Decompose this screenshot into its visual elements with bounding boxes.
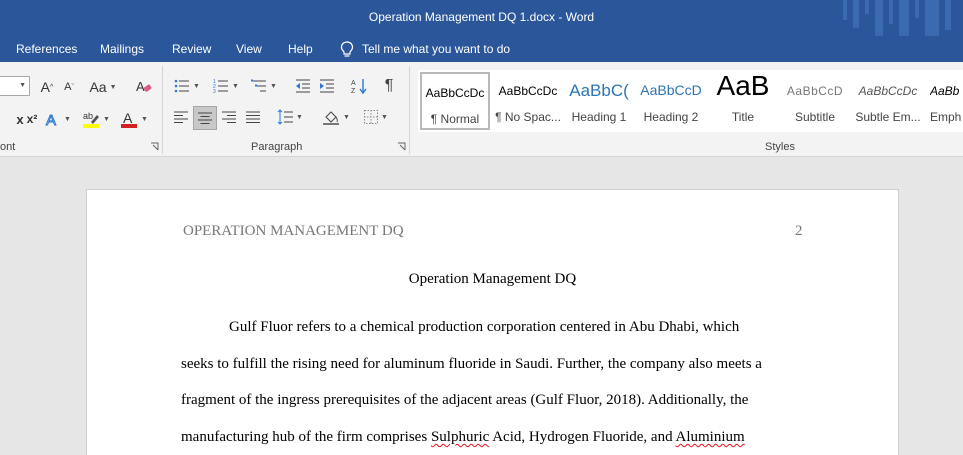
style-normal[interactable]: AaBbCcDc ¶ Normal [420, 72, 490, 130]
bullets-icon [174, 79, 190, 93]
line-spacing-button[interactable]: ▼ [272, 106, 308, 128]
svg-text:A: A [351, 80, 356, 87]
justify-icon [246, 111, 260, 123]
font-group-label: ont [0, 141, 16, 153]
bullets-button[interactable]: ▼ [170, 75, 204, 97]
justify-button[interactable] [242, 106, 264, 128]
borders-button[interactable]: ▼ [358, 106, 394, 128]
highlight-button[interactable]: ab ▼ [78, 108, 114, 130]
align-left-icon [174, 111, 188, 123]
spelling-error[interactable]: Sulphuric [431, 429, 489, 445]
running-head[interactable]: OPERATION MANAGEMENT DQ [183, 223, 404, 240]
style-subtle-emphasis[interactable]: AaBbCcDc Subtle Em... [852, 72, 924, 130]
svg-text:3: 3 [213, 89, 216, 94]
window-title: Operation Management DQ 1.docx - Word [368, 10, 595, 24]
show-formatting-button[interactable]: ¶ [378, 75, 400, 97]
style-no-spacing[interactable]: AaBbCcDc ¶ No Spac... [492, 72, 564, 130]
align-center-icon [198, 112, 212, 124]
page-number[interactable]: 2 [795, 223, 803, 240]
align-center-button[interactable] [193, 106, 217, 130]
text-effects-button[interactable]: A ▼ [42, 108, 74, 130]
tell-me-text: Tell me what you want to do [362, 42, 511, 56]
decrease-indent-icon [296, 79, 310, 93]
group-separator [162, 66, 163, 154]
styles-gallery: AaBbCcDc ¶ Normal AaBbCcDc ¶ No Spac... … [418, 70, 963, 132]
change-case-button[interactable]: Aa ▼ [86, 76, 120, 98]
body-line[interactable]: manufacturing hub of the firm comprises … [181, 429, 745, 446]
body-line[interactable]: Gulf Fluor refers to a chemical producti… [229, 319, 739, 336]
body-line[interactable]: fragment of the ingress prerequisites of… [181, 392, 748, 409]
paragraph-group-label: Paragraph [251, 141, 303, 153]
grow-font-button[interactable]: A ^ [36, 76, 58, 98]
title-bar-pattern-decoration [843, 0, 951, 36]
tell-me-search[interactable]: Tell me what you want to do [340, 39, 510, 59]
document-canvas[interactable]: OPERATION MANAGEMENT DQ 2 Operation Mana… [0, 157, 963, 455]
svg-text:A: A [123, 110, 133, 126]
dialog-launcher-icon[interactable] [397, 142, 406, 151]
tab-review[interactable]: Review [172, 42, 211, 56]
sort-button[interactable]: A Z [348, 75, 370, 97]
svg-text:A: A [46, 112, 56, 127]
tab-references[interactable]: References [16, 42, 77, 56]
font-color-icon: A [121, 110, 138, 128]
svg-text:Z: Z [351, 88, 356, 94]
multilevel-list-icon [251, 79, 267, 92]
pilcrow-icon: ¶ [384, 77, 394, 94]
multilevel-list-button[interactable]: ▼ [246, 75, 282, 97]
dialog-launcher-icon[interactable] [150, 142, 159, 151]
align-right-icon [222, 111, 236, 123]
numbering-button[interactable]: 1 2 3 ▼ [208, 75, 244, 97]
tab-mailings[interactable]: Mailings [100, 42, 144, 56]
ribbon-tabs: References Mailings Review View Help Tel… [0, 36, 963, 62]
styles-group-label: Styles [765, 141, 795, 153]
increase-indent-icon [320, 79, 334, 93]
ribbon: ▼ A ^ Aˇ Aa ▼ A x x² A ▼ ab ▼ A ▼ ont ▼ … [0, 62, 963, 157]
style-title[interactable]: AaB Title [708, 72, 778, 130]
line-spacing-icon [277, 109, 294, 125]
style-emphasis[interactable]: AaBb Emph [926, 72, 963, 130]
clear-formatting-button[interactable]: A [132, 75, 156, 99]
font-color-button[interactable]: A ▼ [116, 108, 152, 130]
shrink-font-button[interactable]: Aˇ [59, 76, 79, 98]
style-heading-2[interactable]: AaBbCcD Heading 2 [636, 72, 706, 130]
font-size-field[interactable]: ▼ [0, 76, 30, 96]
body-text: Acid, Hydrogen Fluoride, and [489, 429, 676, 445]
numbering-icon: 1 2 3 [213, 79, 229, 94]
body-line[interactable]: seeks to fulfill the rising need for alu… [181, 356, 762, 373]
lightbulb-icon [340, 40, 354, 57]
tab-help[interactable]: Help [288, 42, 313, 56]
document-title[interactable]: Operation Management DQ [87, 271, 898, 288]
highlight-icon: ab [83, 111, 100, 128]
spelling-error[interactable]: Aluminium [676, 429, 745, 445]
shading-button[interactable]: ▼ [318, 106, 354, 128]
borders-icon [364, 110, 379, 124]
style-subtitle[interactable]: AaBbCcD Subtitle [780, 72, 850, 130]
tab-view[interactable]: View [236, 42, 262, 56]
sort-icon: A Z [351, 79, 367, 94]
body-text: manufacturing hub of the firm comprises [181, 429, 431, 445]
clear-formatting-icon: A [136, 79, 152, 94]
align-left-button[interactable] [170, 106, 192, 128]
align-right-button[interactable] [218, 106, 240, 128]
svg-text:ab: ab [83, 111, 93, 121]
title-bar: Operation Management DQ 1.docx - Word [0, 0, 963, 36]
document-page[interactable]: OPERATION MANAGEMENT DQ 2 Operation Mana… [86, 189, 899, 455]
style-heading-1[interactable]: AaBbC( Heading 1 [564, 72, 634, 130]
superscript-button[interactable]: x² [12, 108, 38, 130]
group-separator [409, 66, 410, 154]
text-effects-icon: A [46, 112, 57, 128]
increase-indent-button[interactable] [316, 75, 338, 97]
chevron-down-icon: ▼ [19, 82, 26, 89]
svg-text:A: A [136, 79, 145, 94]
shading-icon [323, 111, 340, 125]
decrease-indent-button[interactable] [292, 75, 314, 97]
